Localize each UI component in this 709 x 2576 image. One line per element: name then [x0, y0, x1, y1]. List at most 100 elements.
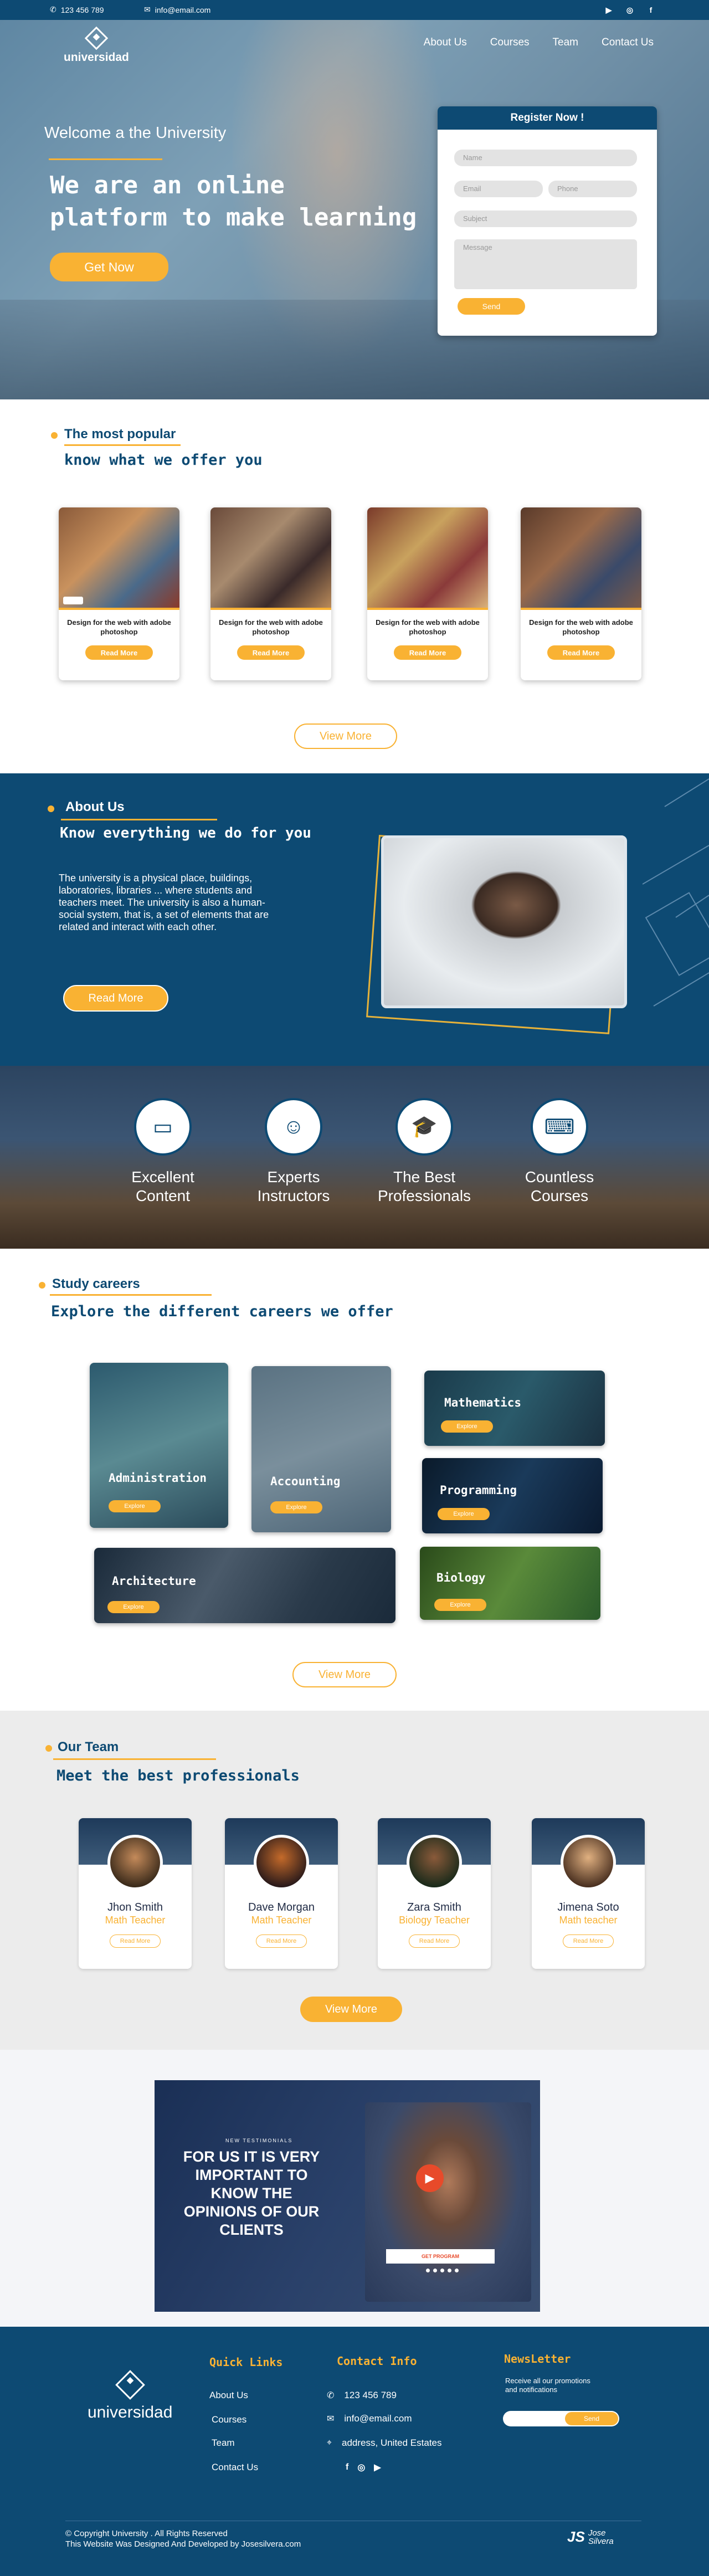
- course-card: Design for the web with adobe photoshop …: [210, 507, 331, 680]
- nav-about[interactable]: About Us: [424, 37, 467, 49]
- footer-social: f ◎ ▶: [346, 2462, 381, 2473]
- hero-underline: [49, 158, 162, 160]
- subject-field[interactable]: Subject: [454, 211, 637, 227]
- popular-view-more-button[interactable]: View More: [294, 723, 397, 749]
- avatar: [107, 1835, 163, 1890]
- member-role: Biology Teacher: [399, 1915, 470, 1926]
- explore-button[interactable]: Explore: [438, 1508, 490, 1520]
- play-icon[interactable]: ▶: [416, 2164, 444, 2192]
- course-title: Design for the web with adobe photoshop: [529, 618, 633, 636]
- team-card: Jhon Smith Math Teacher Read More: [79, 1818, 192, 1969]
- member-read-more-button[interactable]: Read More: [563, 1934, 614, 1948]
- member-name: Zara Smith: [407, 1901, 461, 1913]
- footer-brand-name: universidad: [88, 2403, 173, 2421]
- footer-address: ⌖ address, United Estates: [327, 2438, 442, 2449]
- testimonial-small-label: NEW TESTIMONIALS: [225, 2138, 293, 2143]
- footer-logo[interactable]: universidad: [88, 2370, 173, 2422]
- brand-logo[interactable]: universidad: [64, 26, 129, 64]
- member-name: Jhon Smith: [107, 1901, 163, 1913]
- main-nav: About Us Courses Team Contact Us: [400, 37, 654, 49]
- facebook-icon[interactable]: f: [346, 2462, 348, 2472]
- course-image: [521, 507, 641, 610]
- stat-label-1: Countless: [525, 1168, 594, 1186]
- carousel-dot[interactable]: [433, 2269, 437, 2272]
- stats-section: ▭ Excellent Content ☺ Experts Instructors 🎓 T…: [0, 1066, 709, 1249]
- member-read-more-button[interactable]: Read More: [256, 1934, 307, 1948]
- mail-icon: ✉: [144, 5, 151, 14]
- heading-line: KNOW THE: [210, 2185, 292, 2202]
- email-contact[interactable]: ✉ info@email.com: [144, 5, 210, 14]
- read-more-button[interactable]: Read More: [394, 645, 461, 660]
- instagram-icon[interactable]: ◎: [357, 2462, 365, 2473]
- carousel-dot[interactable]: [448, 2269, 451, 2272]
- nav-contact[interactable]: Contact Us: [602, 37, 654, 49]
- read-more-button[interactable]: Read More: [85, 645, 153, 660]
- stat-label-2: Courses: [530, 1187, 589, 1204]
- careers-subtitle: Explore the different careers we offer: [51, 1303, 393, 1320]
- course-image: [210, 507, 331, 610]
- hero-headline-line2: platform to make learning: [50, 203, 417, 232]
- send-button[interactable]: Send: [458, 298, 525, 315]
- signature-text: Jose Silvera: [588, 2529, 614, 2546]
- nav-team[interactable]: Team: [553, 37, 578, 49]
- career-biology[interactable]: Biology Explore: [420, 1547, 600, 1620]
- get-program-button[interactable]: GET PROGRAM: [386, 2249, 495, 2264]
- youtube-icon[interactable]: ▶: [603, 4, 614, 16]
- carousel-dot[interactable]: [455, 2269, 459, 2272]
- career-name: Architecture: [112, 1574, 196, 1588]
- career-administration[interactable]: Administration Explore: [90, 1363, 228, 1528]
- explore-button[interactable]: Explore: [441, 1420, 493, 1433]
- footer-email[interactable]: ✉ info@email.com: [327, 2413, 412, 2424]
- email-field[interactable]: Email: [454, 181, 543, 197]
- newsletter-text-1: Receive all our promotions: [505, 2377, 590, 2385]
- career-accounting[interactable]: Accounting Explore: [251, 1366, 391, 1532]
- footer-link-about[interactable]: About Us: [209, 2390, 248, 2401]
- member-read-more-button[interactable]: Read More: [110, 1934, 161, 1948]
- copyright-line-2: This Website Was Designed And Developed …: [65, 2539, 301, 2549]
- newsletter-send-button[interactable]: Send: [565, 2412, 618, 2425]
- name-field[interactable]: Name: [454, 150, 637, 166]
- carousel-dot[interactable]: [440, 2269, 444, 2272]
- nav-courses[interactable]: Courses: [490, 37, 530, 49]
- get-now-button[interactable]: Get Now: [50, 253, 168, 281]
- explore-button[interactable]: Explore: [107, 1601, 160, 1613]
- career-architecture[interactable]: Architecture Explore: [94, 1548, 395, 1623]
- about-section: About Us Know everything we do for you T…: [0, 773, 709, 1066]
- career-programming[interactable]: Programming Explore: [422, 1458, 603, 1533]
- facebook-icon[interactable]: f: [645, 4, 656, 16]
- register-form: Register Now ! Name Email Phone Subject …: [438, 106, 657, 336]
- about-read-more-button[interactable]: Read More: [63, 985, 168, 1012]
- designer-signature[interactable]: JS Jose Silvera: [567, 2528, 614, 2546]
- explore-button[interactable]: Explore: [109, 1500, 161, 1512]
- youtube-icon[interactable]: ▶: [374, 2462, 381, 2473]
- explore-button[interactable]: Explore: [434, 1599, 486, 1611]
- footer: universidad Quick Links About Us Courses…: [0, 2327, 709, 2576]
- instagram-icon[interactable]: ◎: [624, 4, 635, 16]
- message-field[interactable]: Message: [454, 239, 637, 289]
- testimonial-heading: FOR US IT IS VERY IMPORTANT TO KNOW THE OPI…: [166, 2148, 337, 2239]
- career-name: Biology: [436, 1571, 486, 1584]
- read-more-button[interactable]: Read More: [547, 645, 615, 660]
- careers-underline: [50, 1294, 212, 1296]
- phone-contact[interactable]: ✆ 123 456 789: [50, 5, 104, 14]
- phone-field[interactable]: Phone: [548, 181, 637, 197]
- footer-link-contact[interactable]: Contact Us: [212, 2462, 258, 2473]
- course-card: Design for the web with adobe photoshop …: [367, 507, 488, 680]
- career-mathematics[interactable]: Mathematics Explore: [424, 1371, 605, 1446]
- member-read-more-button[interactable]: Read More: [409, 1934, 460, 1948]
- stat-label-2: Professionals: [377, 1187, 471, 1204]
- course-title: Design for the web with adobe photoshop: [67, 618, 171, 636]
- footer-phone[interactable]: ✆ 123 456 789: [327, 2390, 397, 2401]
- explore-button[interactable]: Explore: [270, 1501, 322, 1513]
- careers-view-more-button[interactable]: View More: [292, 1662, 397, 1687]
- about-body: The university is a physical place, buil…: [59, 873, 269, 932]
- decor-lines: [643, 778, 709, 1007]
- carousel-dot[interactable]: [426, 2269, 430, 2272]
- footer-link-courses[interactable]: Courses: [212, 2414, 246, 2425]
- team-view-more-button[interactable]: View More: [300, 1997, 402, 2022]
- career-name: Administration: [109, 1471, 207, 1485]
- team-subtitle: Meet the best professionals: [56, 1767, 300, 1784]
- footer-link-team[interactable]: Team: [212, 2438, 235, 2449]
- team-card: Zara Smith Biology Teacher Read More: [378, 1818, 491, 1969]
- read-more-button[interactable]: Read More: [237, 645, 305, 660]
